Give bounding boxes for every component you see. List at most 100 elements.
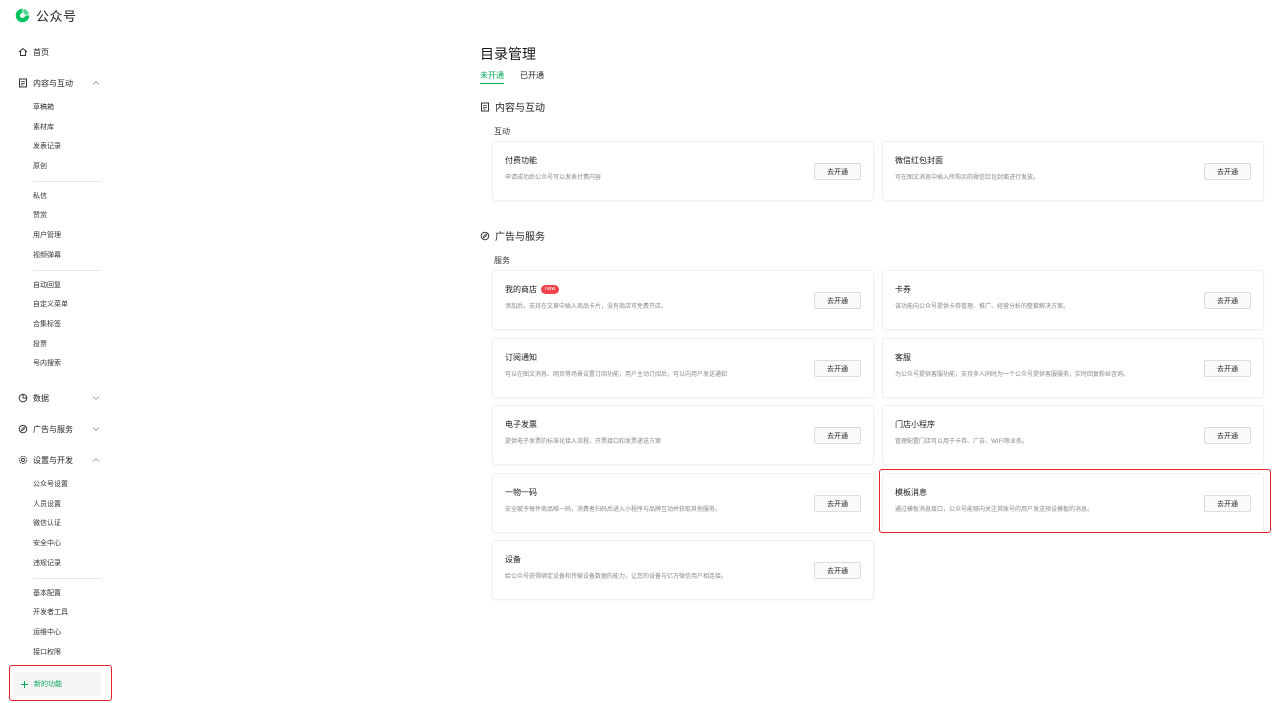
sidebar-item-content-interaction[interactable]: 内容与互动 <box>18 76 100 90</box>
section-title-ads-services: 广告与服务 <box>480 228 545 243</box>
sidebar-item-ops-center[interactable]: 运维中心 <box>33 626 61 638</box>
feature-card-device: 设备 给公众号获得绑定设备和传输设备数据的能力，让您的设备与亿万微信用户相连接。… <box>493 541 873 599</box>
new-feature-button[interactable]: 新的功能 <box>14 672 101 696</box>
sidebar-item-vote[interactable]: 投票 <box>33 338 47 350</box>
sidebar-item-auto-reply[interactable]: 自动回复 <box>33 279 61 291</box>
status-tabs: 未开通 已开通 <box>480 70 544 84</box>
brand-name: 公众号 <box>36 9 77 25</box>
new-badge: new <box>541 285 560 294</box>
card-title: 门店小程序 <box>895 420 935 429</box>
compass-icon <box>480 231 490 240</box>
card-title: 电子发票 <box>505 420 537 429</box>
sidebar-item-appreciation[interactable]: 赞赏 <box>33 209 47 221</box>
sidebar-item-home[interactable]: 首页 <box>18 45 100 59</box>
sidebar-item-wechat-verification[interactable]: 微信认证 <box>33 517 61 529</box>
card-title: 客服 <box>895 353 911 362</box>
card-description: 管理配置门店可以用于卡券、广告、WIFI等业务。 <box>895 438 1028 445</box>
sidebar-divider <box>33 578 101 579</box>
card-title: 卡券 <box>895 285 911 294</box>
gear-icon <box>18 455 28 465</box>
card-description: 申请成功后公众号可以发表付费内容 <box>505 174 602 181</box>
card-title: 付费功能 <box>505 156 537 165</box>
sidebar-item-api-permissions[interactable]: 接口权限 <box>33 646 61 658</box>
card-title: 微信红包封面 <box>895 156 943 165</box>
card-description: 通过模板消息接口，公众号能够向关注其账号的用户发送预设模板的消息。 <box>895 506 1094 513</box>
card-description: 安全赋予每件商品唯一码，消费者扫码后进入小程序与品牌互动并获取其他服务。 <box>505 506 722 513</box>
sidebar-item-staff-settings[interactable]: 人员设置 <box>33 498 61 510</box>
sidebar-item-materials[interactable]: 素材库 <box>33 121 54 133</box>
feature-card-coupons: 卡券 该功能向公众号提供卡券管理、推广、经营分析的整套解决方案。 去开通 <box>883 271 1263 329</box>
feature-card-paid: 付费功能 申请成功后公众号可以发表付费内容 去开通 <box>493 142 873 200</box>
document-icon <box>481 102 489 111</box>
feature-card-e-invoice: 电子发票 提供电子发票的标准化接入流程、开票接口和发票递送方案 去开通 <box>493 406 873 464</box>
feature-card-store-miniprogram: 门店小程序 管理配置门店可以用于卡券、广告、WIFI等业务。 去开通 <box>883 406 1263 464</box>
feature-card-one-item-one-code: 一物一码 安全赋予每件商品唯一码，消费者扫码后进入小程序与品牌互动并获取其他服务… <box>493 474 873 532</box>
section-title-content-interaction: 内容与互动 <box>480 99 545 114</box>
chevron-up-icon <box>92 80 100 85</box>
group-label-services: 服务 <box>494 256 510 265</box>
tab-not-activated[interactable]: 未开通 <box>480 70 504 84</box>
home-icon <box>18 47 28 56</box>
group-label-interaction: 互动 <box>494 127 510 136</box>
top-bar: 公众号 <box>0 0 1280 30</box>
chevron-up-icon <box>92 457 100 462</box>
sidebar-item-data[interactable]: 数据 <box>18 391 100 405</box>
chevron-down-icon <box>92 396 100 401</box>
feature-card-customer-service: 客服 为公众号提供客服功能，支持多人同时为一个公众号提供客服服务，实时回复粉丝咨… <box>883 339 1263 397</box>
card-description: 提供电子发票的标准化接入流程、开票接口和发票递送方案 <box>505 438 662 445</box>
card-description: 添加后，支持在文章中插入商品卡片，没有商店可免费开店。 <box>505 303 668 310</box>
sidebar: 首页 内容与互动 草稿箱 素材库 发表记录 原创 私信 赞赏 用户管理 视频弹幕… <box>0 30 116 703</box>
activate-button[interactable]: 去开通 <box>1204 495 1251 512</box>
activate-button[interactable]: 去开通 <box>814 427 861 444</box>
sidebar-item-collection-tags[interactable]: 合集标签 <box>33 318 61 330</box>
activate-button[interactable]: 去开通 <box>1204 163 1251 180</box>
card-title: 模板消息 <box>895 488 927 497</box>
card-title: 我的商店 new <box>505 284 560 295</box>
feature-card-subscription-notice: 订阅通知 可以在图文消息、网页等场景设置订阅功能，用户主动订阅后，可以向用户发送… <box>493 339 873 397</box>
sidebar-item-messages[interactable]: 私信 <box>33 190 47 202</box>
sidebar-item-account-settings[interactable]: 公众号设置 <box>33 478 68 490</box>
activate-button[interactable]: 去开通 <box>814 562 861 579</box>
activate-button[interactable]: 去开通 <box>1204 360 1251 377</box>
sidebar-item-violation-records[interactable]: 违规记录 <box>33 557 61 569</box>
sidebar-item-developer-tools[interactable]: 开发者工具 <box>33 606 68 618</box>
card-description: 可在图文消息中插入所购买的微信红包封面进行发放。 <box>895 174 1040 181</box>
feature-card-my-shop: 我的商店 new 添加后，支持在文章中插入商品卡片，没有商店可免费开店。 去开通 <box>493 271 873 329</box>
sidebar-item-custom-menu[interactable]: 自定义菜单 <box>33 298 68 310</box>
sidebar-item-settings-dev[interactable]: 设置与开发 <box>18 453 100 467</box>
feature-card-template-message: 模板消息 通过模板消息接口，公众号能够向关注其账号的用户发送预设模板的消息。 去… <box>883 474 1263 532</box>
sidebar-item-in-account-search[interactable]: 号内搜索 <box>33 357 61 369</box>
sidebar-item-basic-config[interactable]: 基本配置 <box>33 587 61 599</box>
card-title: 订阅通知 <box>505 353 537 362</box>
chevron-down-icon <box>92 427 100 432</box>
compass-icon <box>18 424 28 434</box>
plus-icon <box>21 680 28 688</box>
sidebar-item-publish-records[interactable]: 发表记录 <box>33 140 61 152</box>
tab-activated[interactable]: 已开通 <box>520 70 544 84</box>
document-icon <box>19 78 27 88</box>
sidebar-item-original[interactable]: 原创 <box>33 160 47 172</box>
pie-chart-icon <box>18 393 28 403</box>
card-description: 给公众号获得绑定设备和传输设备数据的能力，让您的设备与亿万微信用户相连接。 <box>505 573 728 580</box>
sidebar-item-drafts[interactable]: 草稿箱 <box>33 101 54 113</box>
sidebar-item-ads-services[interactable]: 广告与服务 <box>18 422 100 436</box>
feature-card-red-packet-cover: 微信红包封面 可在图文消息中插入所购买的微信红包封面进行发放。 去开通 <box>883 142 1263 200</box>
activate-button[interactable]: 去开通 <box>814 360 861 377</box>
sidebar-item-security-center[interactable]: 安全中心 <box>33 537 61 549</box>
activate-button[interactable]: 去开通 <box>1204 427 1251 444</box>
activate-button[interactable]: 去开通 <box>814 292 861 309</box>
activate-button[interactable]: 去开通 <box>1204 292 1251 309</box>
card-description: 为公众号提供客服功能，支持多人同时为一个公众号提供客服服务，实时回复粉丝咨询。 <box>895 371 1130 378</box>
official-account-logo-icon <box>15 8 30 22</box>
sidebar-item-user-management[interactable]: 用户管理 <box>33 229 61 241</box>
page-title: 目录管理 <box>480 47 536 63</box>
sidebar-item-video-danmaku[interactable]: 视频弹幕 <box>33 249 61 261</box>
activate-button[interactable]: 去开通 <box>814 163 861 180</box>
card-description: 可以在图文消息、网页等场景设置订阅功能，用户主动订阅后，可以向用户发送通知 <box>505 371 728 378</box>
sidebar-divider <box>33 181 101 182</box>
card-title: 设备 <box>505 555 521 564</box>
card-description: 该功能向公众号提供卡券管理、推广、经营分析的整套解决方案。 <box>895 303 1070 310</box>
sidebar-divider <box>33 270 101 271</box>
activate-button[interactable]: 去开通 <box>814 495 861 512</box>
main-content: 目录管理 未开通 已开通 内容与互动 互动 付费功能 申请成功后公众号可以发表付… <box>116 30 1280 703</box>
